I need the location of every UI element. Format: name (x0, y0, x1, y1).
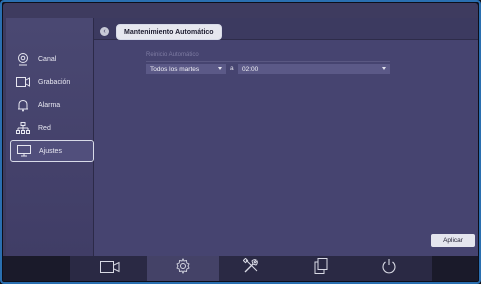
monitor-icon (17, 144, 31, 158)
sidebar-item-canal[interactable]: Canal (6, 48, 94, 70)
chevron-down-icon (382, 67, 386, 70)
bell-icon (16, 98, 30, 112)
sidebar-item-label: Ajustes (39, 147, 62, 155)
main-panel: ‹ Mantenimiento Automático Reinicio Auto… (94, 18, 478, 256)
section-divider (146, 61, 390, 62)
sidebar-item-label: Alarma (38, 101, 61, 109)
tab-mantenimiento-automatico[interactable]: Mantenimiento Automático (116, 24, 222, 40)
bottom-nav-bar (3, 256, 478, 281)
nav-files-button[interactable] (285, 256, 357, 281)
time-select[interactable]: 02:00 (238, 64, 390, 74)
sidebar: Canal Grabación Alarma Red Ajustes (6, 18, 94, 256)
camera-icon (100, 260, 120, 278)
sidebar-item-alarma[interactable]: Alarma (6, 94, 94, 116)
channel-icon (16, 52, 30, 66)
settings-gear-icon (175, 257, 191, 279)
tools-icon (242, 257, 259, 279)
recording-icon (16, 75, 30, 89)
sidebar-item-ajustes[interactable]: Ajustes (10, 140, 94, 162)
network-icon (16, 121, 30, 135)
connector-label: a (230, 65, 234, 72)
sidebar-item-red[interactable]: Red (6, 117, 94, 139)
bottom-nav-group (70, 256, 432, 281)
apply-button[interactable]: Aplicar (431, 234, 475, 247)
sidebar-item-label: Grabación (38, 78, 71, 86)
chevron-down-icon (218, 67, 222, 70)
sidebar-item-label: Red (38, 124, 51, 132)
day-select[interactable]: Todos los martes (146, 64, 226, 74)
chevron-left-icon[interactable]: ‹ (100, 27, 109, 36)
nav-camera-button[interactable] (74, 256, 146, 281)
nav-settings-button[interactable] (147, 256, 219, 281)
nav-power-button[interactable] (353, 256, 425, 281)
day-select-value: Todos los martes (150, 65, 200, 73)
sidebar-item-grabacion[interactable]: Grabación (6, 71, 94, 93)
sidebar-item-label: Canal (38, 55, 57, 63)
time-select-value: 02:00 (242, 65, 259, 73)
files-icon (314, 258, 328, 279)
tab-bar: ‹ Mantenimiento Automático (94, 18, 478, 40)
section-label: Reinicio Automático (146, 52, 199, 58)
nav-tools-button[interactable] (215, 256, 287, 281)
power-icon (381, 258, 397, 279)
